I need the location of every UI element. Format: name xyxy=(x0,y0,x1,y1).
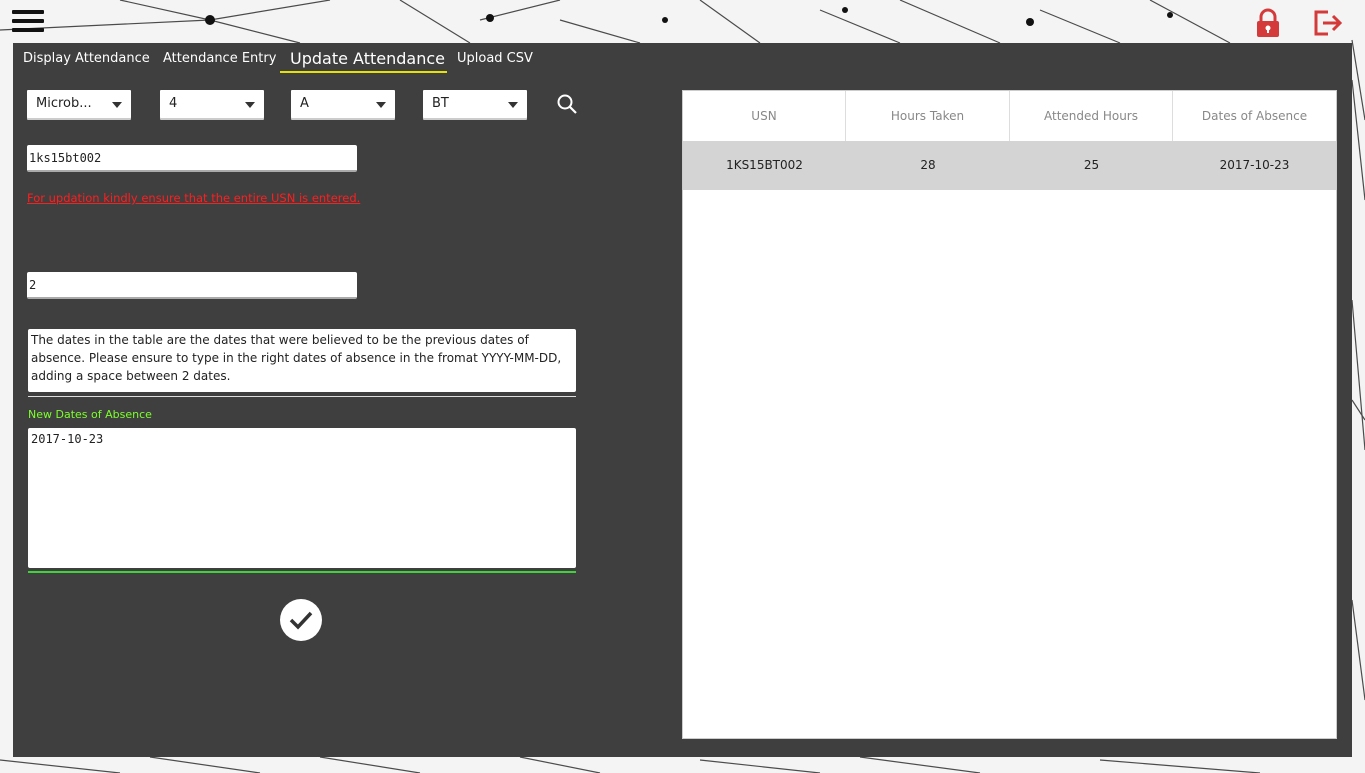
table-row[interactable]: 1KS15BT002 28 25 2017-10-23 xyxy=(683,141,1336,190)
new-dates-label: New Dates of Absence xyxy=(28,408,152,421)
search-icon[interactable] xyxy=(556,93,578,115)
attended-hours-input[interactable]: 2 xyxy=(27,272,357,299)
submit-check-button[interactable] xyxy=(280,599,322,641)
tab-upload-csv[interactable]: Upload CSV xyxy=(457,51,533,66)
department-select[interactable]: BT xyxy=(423,90,527,118)
table-header-row: USN Hours Taken Attended Hours Dates of … xyxy=(683,91,1336,141)
logout-icon[interactable] xyxy=(1312,8,1344,38)
column-header-hours-taken[interactable]: Hours Taken xyxy=(846,91,1010,141)
check-icon xyxy=(289,611,313,630)
subject-select[interactable]: Microb... xyxy=(27,90,131,118)
tab-bar: Display Attendance Attendance Entry Upda… xyxy=(13,43,573,75)
chevron-down-icon xyxy=(376,102,386,108)
semester-select[interactable]: 4 xyxy=(160,90,264,118)
chevron-down-icon xyxy=(508,102,518,108)
column-header-usn[interactable]: USN xyxy=(683,91,846,141)
main-panel: Display Attendance Attendance Entry Upda… xyxy=(13,43,1352,757)
section-select-value: A xyxy=(300,96,309,111)
tab-attendance-entry[interactable]: Attendance Entry xyxy=(163,51,276,66)
cell-dates-of-absence: 2017-10-23 xyxy=(1219,158,1290,172)
cell-attended-hours: 25 xyxy=(1083,158,1100,172)
column-header-dates-of-absence[interactable]: Dates of Absence xyxy=(1173,91,1336,141)
textarea-focus-underline xyxy=(28,571,576,573)
chevron-down-icon xyxy=(245,102,255,108)
cell-usn: 1KS15BT002 xyxy=(726,158,803,172)
divider xyxy=(28,396,576,397)
semester-select-value: 4 xyxy=(169,96,178,111)
hamburger-menu-icon[interactable] xyxy=(12,10,44,36)
tab-display-attendance[interactable]: Display Attendance xyxy=(23,51,150,66)
new-dates-textarea[interactable]: 2017-10-23 xyxy=(28,428,576,568)
cell-hours-taken: 28 xyxy=(920,158,936,172)
subject-select-value: Microb... xyxy=(36,96,92,111)
lock-icon[interactable] xyxy=(1255,8,1281,38)
usn-input[interactable]: 1ks15bt002 xyxy=(27,145,357,172)
active-tab-indicator xyxy=(280,71,447,73)
tab-update-attendance[interactable]: Update Attendance xyxy=(290,49,445,68)
department-select-value: BT xyxy=(432,96,449,111)
previous-dates-note: The dates in the table are the dates tha… xyxy=(28,329,576,392)
attendance-table: USN Hours Taken Attended Hours Dates of … xyxy=(682,90,1337,739)
column-header-attended-hours[interactable]: Attended Hours xyxy=(1010,91,1173,141)
chevron-down-icon xyxy=(112,102,122,108)
section-select[interactable]: A xyxy=(291,90,395,118)
usn-warning-text: For updation kindly ensure that the enti… xyxy=(27,191,361,205)
